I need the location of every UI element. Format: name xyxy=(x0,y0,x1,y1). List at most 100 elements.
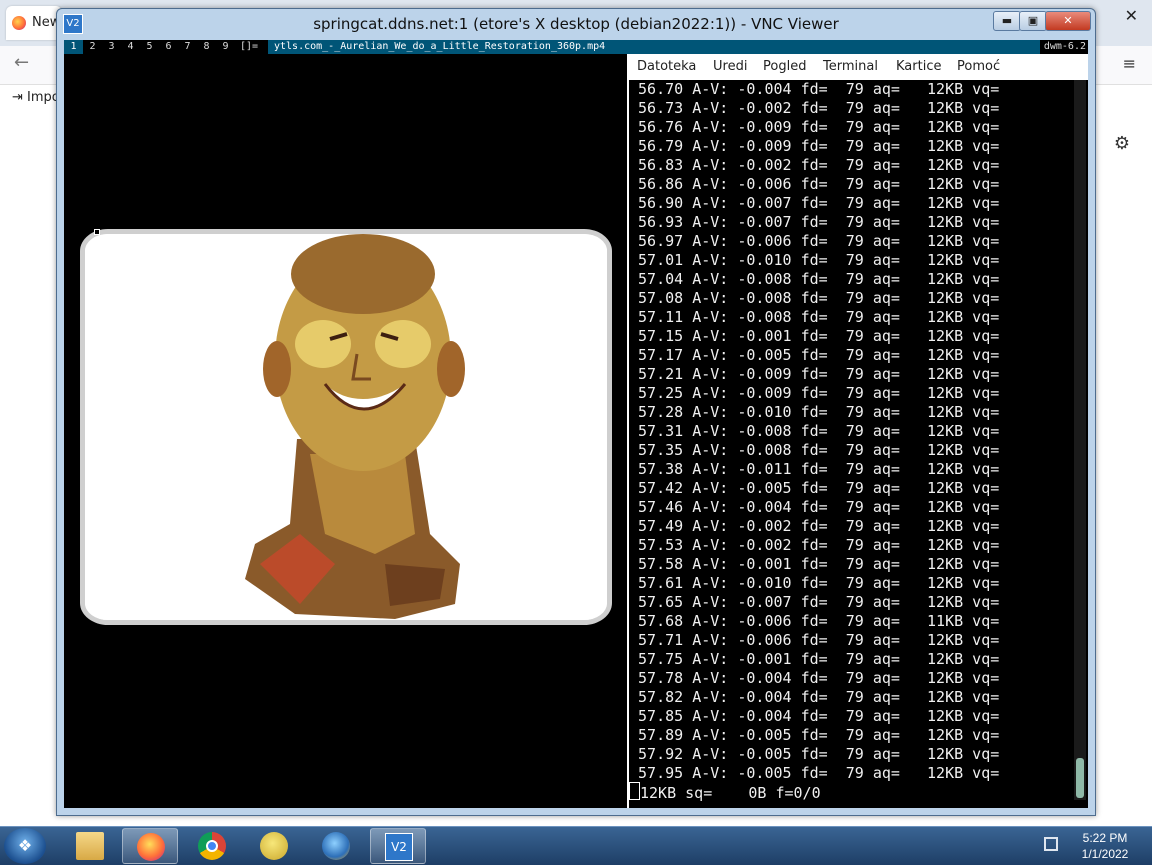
browser-tab[interactable]: New xyxy=(6,6,62,40)
start-button[interactable]: ❖ xyxy=(4,828,46,864)
terminal-line: 57.01 A-V: -0.010 fd= 79 aq= 12KB vq= xyxy=(629,251,1000,269)
terminal-line: 57.31 A-V: -0.008 fd= 79 aq= 12KB vq= xyxy=(629,422,1000,440)
dwm-window-title: ytls.com_-_Aurelian_We_do_a_Little_Resto… xyxy=(268,40,1040,54)
terminal-line: 56.90 A-V: -0.007 fd= 79 aq= 12KB vq= xyxy=(629,194,1000,212)
terminal-line: 57.38 A-V: -0.011 fd= 79 aq= 12KB vq= xyxy=(629,460,1000,478)
terminal-line: 57.65 A-V: -0.007 fd= 79 aq= 12KB vq= xyxy=(629,593,1000,611)
pidgin-icon xyxy=(260,832,288,860)
terminal-line: 57.89 A-V: -0.005 fd= 79 aq= 12KB vq= xyxy=(629,726,1000,744)
terminal-window[interactable]: Datoteka Uredi Pogled Terminal Kartice P… xyxy=(627,54,1088,808)
import-label: Impo xyxy=(27,90,60,105)
menu-pogled[interactable]: Pogled xyxy=(763,59,806,74)
video-corner-marker xyxy=(94,229,100,235)
close-button[interactable]: ✕ xyxy=(1045,11,1091,31)
chrome-icon xyxy=(198,832,226,860)
dwm-tag-3[interactable]: 3 xyxy=(102,40,121,54)
minimize-button[interactable]: ▬ xyxy=(993,11,1021,31)
terminal-line: 57.85 A-V: -0.004 fd= 79 aq= 12KB vq= xyxy=(629,707,1000,725)
dwm-status-text: dwm-6.2 xyxy=(1043,41,1086,52)
firefox-icon xyxy=(137,833,165,861)
terminal-output: 56.70 A-V: -0.004 fd= 79 aq= 12KB vq= 56… xyxy=(629,80,1069,783)
terminal-line: 57.61 A-V: -0.010 fd= 79 aq= 12KB vq= xyxy=(629,574,1000,592)
dwm-tag-list: 123456789 xyxy=(64,40,235,54)
dwm-tag-7[interactable]: 7 xyxy=(178,40,197,54)
menu-kartice[interactable]: Kartice xyxy=(896,59,941,74)
terminal-line: 56.86 A-V: -0.006 fd= 79 aq= 12KB vq= xyxy=(629,175,1000,193)
terminal-line: 57.68 A-V: -0.006 fd= 79 aq= 11KB vq= xyxy=(629,612,1000,630)
terminal-line: 57.08 A-V: -0.008 fd= 79 aq= 12KB vq= xyxy=(629,289,1000,307)
terminal-line: 57.04 A-V: -0.008 fd= 79 aq= 12KB vq= xyxy=(629,270,1000,288)
terminal-line: 57.15 A-V: -0.001 fd= 79 aq= 12KB vq= xyxy=(629,327,1000,345)
terminal-line: 57.46 A-V: -0.004 fd= 79 aq= 12KB vq= xyxy=(629,498,1000,516)
taskbar-pidgin[interactable] xyxy=(246,828,302,864)
terminal-cursor xyxy=(629,782,640,800)
terminal-line: 57.35 A-V: -0.008 fd= 79 aq= 12KB vq= xyxy=(629,441,1000,459)
gear-icon[interactable]: ⚙ xyxy=(1114,133,1130,154)
terminal-line: 57.28 A-V: -0.010 fd= 79 aq= 12KB vq= xyxy=(629,403,1000,421)
hamburger-menu-icon[interactable]: ≡ xyxy=(1123,54,1136,73)
video-player[interactable] xyxy=(64,54,626,808)
terminal-line: 57.11 A-V: -0.008 fd= 79 aq= 12KB vq= xyxy=(629,308,1000,326)
dwm-tag-2[interactable]: 2 xyxy=(83,40,102,54)
terminal-line: 57.17 A-V: -0.005 fd= 79 aq= 12KB vq= xyxy=(629,346,1000,364)
taskbar-thunderbird[interactable] xyxy=(308,828,364,864)
clock-time: 5:22 PM xyxy=(1082,831,1128,845)
remote-desktop[interactable]: 123456789 []= ytls.com_-_Aurelian_We_do_… xyxy=(64,40,1088,808)
terminal-line: 56.83 A-V: -0.002 fd= 79 aq= 12KB vq= xyxy=(629,156,1000,174)
dwm-tag-9[interactable]: 9 xyxy=(216,40,235,54)
back-arrow-icon[interactable]: ← xyxy=(14,52,29,73)
terminal-prompt-line[interactable]: 12KB sq= 0B f=0/0 xyxy=(629,782,821,803)
terminal-line: 57.53 A-V: -0.002 fd= 79 aq= 12KB vq= xyxy=(629,536,1000,554)
terminal-line: 56.79 A-V: -0.009 fd= 79 aq= 12KB vq= xyxy=(629,137,1000,155)
terminal-line: 57.78 A-V: -0.004 fd= 79 aq= 12KB vq= xyxy=(629,669,1000,687)
terminal-line: 57.95 A-V: -0.005 fd= 79 aq= 12KB vq= xyxy=(629,764,1000,782)
terminal-line: 57.71 A-V: -0.006 fd= 79 aq= 12KB vq= xyxy=(629,631,1000,649)
network-icon[interactable] xyxy=(1044,837,1058,851)
taskbar-chrome[interactable] xyxy=(184,828,240,864)
menu-datoteka[interactable]: Datoteka xyxy=(637,59,696,74)
terminal-line: 56.70 A-V: -0.004 fd= 79 aq= 12KB vq= xyxy=(629,80,1000,98)
dwm-tag-1[interactable]: 1 xyxy=(64,40,83,54)
terminal-line: 57.92 A-V: -0.005 fd= 79 aq= 12KB vq= xyxy=(629,745,1000,763)
dwm-status-bar: 123456789 []= ytls.com_-_Aurelian_We_do_… xyxy=(64,40,1088,54)
terminal-line: 57.75 A-V: -0.001 fd= 79 aq= 12KB vq= xyxy=(629,650,1000,668)
dwm-layout-symbol[interactable]: []= xyxy=(240,40,258,54)
taskbar: ❖ V2 5:22 PM 1/1/2022 xyxy=(0,826,1152,865)
vnc-title-bar[interactable]: V2 springcat.ddns.net:1 (etore's X deskt… xyxy=(57,9,1095,39)
terminal-line: 57.82 A-V: -0.004 fd= 79 aq= 12KB vq= xyxy=(629,688,1000,706)
video-frame xyxy=(80,229,612,625)
menu-terminal[interactable]: Terminal xyxy=(823,59,878,74)
terminal-scroll-thumb[interactable] xyxy=(1076,758,1084,798)
menu-pomoc[interactable]: Pomoć xyxy=(957,59,1000,74)
taskbar-firefox[interactable] xyxy=(122,828,178,864)
terminal-prompt-text: 12KB sq= 0B f=0/0 xyxy=(640,784,821,802)
thunderbird-icon xyxy=(322,832,350,860)
terminal-line: 57.21 A-V: -0.009 fd= 79 aq= 12KB vq= xyxy=(629,365,1000,383)
terminal-line: 56.97 A-V: -0.006 fd= 79 aq= 12KB vq= xyxy=(629,232,1000,250)
terminal-line: 57.42 A-V: -0.005 fd= 79 aq= 12KB vq= xyxy=(629,479,1000,497)
terminal-line: 57.49 A-V: -0.002 fd= 79 aq= 12KB vq= xyxy=(629,517,1000,535)
terminal-line: 56.76 A-V: -0.009 fd= 79 aq= 12KB vq= xyxy=(629,118,1000,136)
terminal-line: 57.25 A-V: -0.009 fd= 79 aq= 12KB vq= xyxy=(629,384,1000,402)
dwm-tag-4[interactable]: 4 xyxy=(121,40,140,54)
close-icon[interactable]: ✕ xyxy=(1125,6,1138,25)
terminal-line: 57.58 A-V: -0.001 fd= 79 aq= 12KB vq= xyxy=(629,555,1000,573)
clock-date: 1/1/2022 xyxy=(1081,847,1129,861)
window-title: springcat.ddns.net:1 (etore's X desktop … xyxy=(313,15,839,33)
terminal-scrollbar[interactable] xyxy=(1074,80,1086,800)
vnc-viewer-window: V2 springcat.ddns.net:1 (etore's X deskt… xyxy=(56,8,1096,816)
dwm-tag-8[interactable]: 8 xyxy=(197,40,216,54)
system-clock[interactable]: 5:22 PM 1/1/2022 xyxy=(1070,830,1140,862)
firefox-icon xyxy=(12,16,26,30)
taskbar-vnc-viewer[interactable]: V2 xyxy=(370,828,426,864)
maximize-button[interactable]: ▣ xyxy=(1019,11,1047,31)
terminal-line: 56.93 A-V: -0.007 fd= 79 aq= 12KB vq= xyxy=(629,213,1000,231)
folder-icon xyxy=(76,832,104,860)
windows-logo-icon: ❖ xyxy=(17,836,33,855)
dwm-tag-5[interactable]: 5 xyxy=(140,40,159,54)
taskbar-explorer[interactable] xyxy=(62,828,118,864)
dwm-tag-6[interactable]: 6 xyxy=(159,40,178,54)
import-bookmarks-button[interactable]: ⇥ Impo xyxy=(12,90,60,105)
menu-uredi[interactable]: Uredi xyxy=(713,59,747,74)
terminal-line: 56.73 A-V: -0.002 fd= 79 aq= 12KB vq= xyxy=(629,99,1000,117)
